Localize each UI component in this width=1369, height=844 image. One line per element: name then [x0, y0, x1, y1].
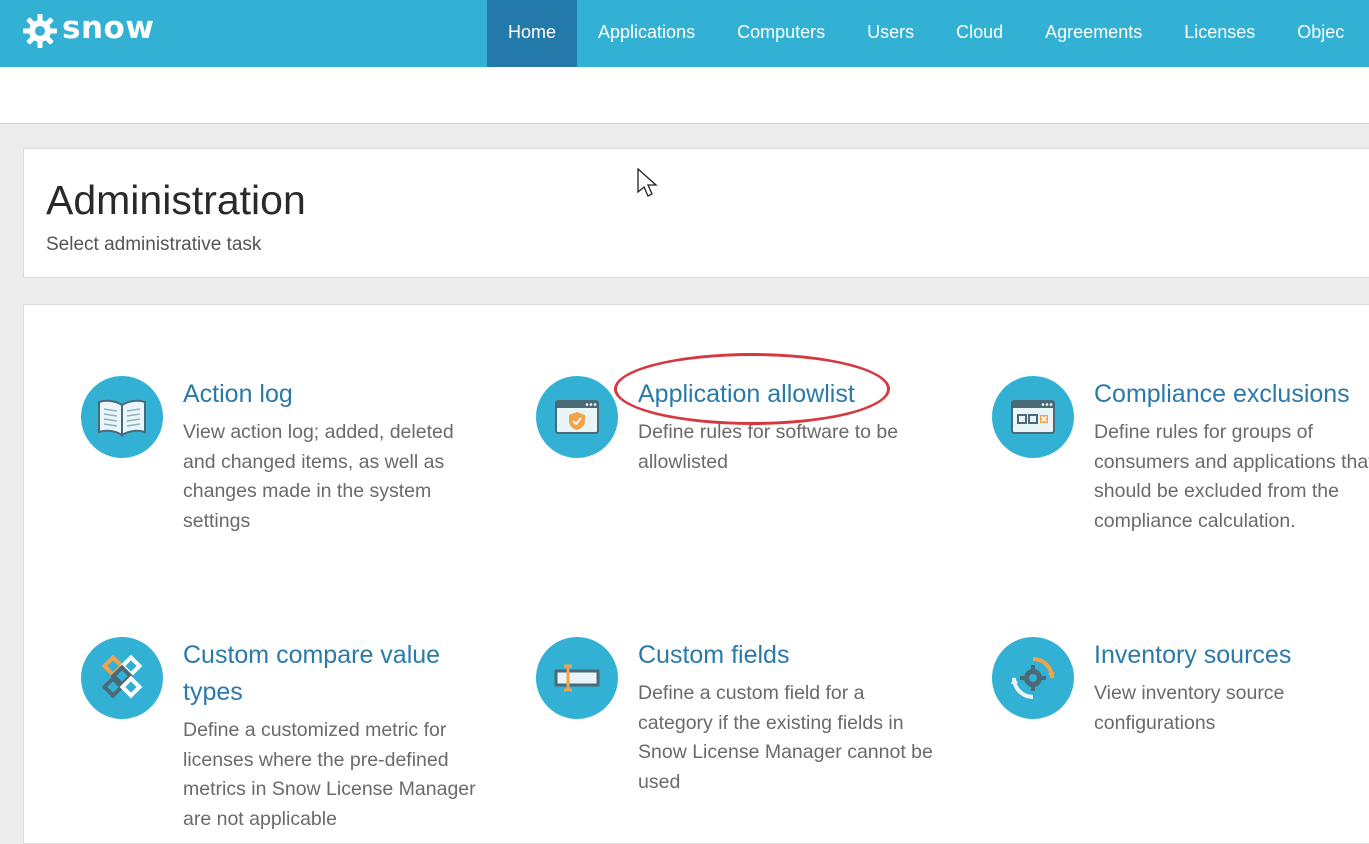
nav-applications[interactable]: Applications	[577, 0, 716, 67]
task-description: Define rules for software to be allowlis…	[638, 421, 899, 473]
task-title[interactable]: Custom fields	[638, 637, 938, 674]
gear-sync-icon	[1011, 657, 1055, 699]
nav-computers[interactable]: Computers	[716, 0, 846, 67]
page-subtitle: Select administrative task	[46, 234, 262, 255]
window-boxes-icon	[1011, 400, 1055, 434]
nav-users[interactable]: Users	[846, 0, 935, 67]
task-icon-circle	[81, 376, 163, 458]
task-title[interactable]: Application allowlist	[638, 376, 938, 413]
main-nav: Home Applications Computers Users Cloud …	[487, 0, 1365, 67]
task-description: Define rules for groups of consumers and…	[1094, 421, 1369, 532]
nav-objects[interactable]: Objec	[1276, 0, 1365, 67]
page-title: Administration	[46, 177, 306, 223]
task-icon-circle	[81, 637, 163, 719]
nav-home[interactable]: Home	[487, 0, 578, 67]
brand-name: snow	[62, 10, 155, 46]
snow-gear-icon	[23, 14, 57, 48]
shield-window-icon	[555, 400, 599, 434]
diamonds-icon	[101, 654, 143, 699]
page-header: Administration Select administrative tas…	[23, 148, 1369, 278]
task-title[interactable]: Compliance exclusions	[1094, 376, 1369, 413]
task-description: Define a customized metric for licenses …	[183, 719, 476, 830]
task-icon-circle	[992, 637, 1074, 719]
task-description: View inventory source configurations	[1094, 682, 1285, 734]
task-icon-circle	[992, 376, 1074, 458]
task-description: View action log; added, deleted and chan…	[183, 421, 454, 532]
snow-logo[interactable]: snow	[22, 10, 155, 51]
task-icon-circle	[536, 637, 618, 719]
nav-cloud[interactable]: Cloud	[935, 0, 1024, 67]
text-field-icon	[554, 664, 600, 692]
top-nav-bar: snow Home Applications Computers Users C…	[0, 0, 1369, 67]
task-title[interactable]: Inventory sources	[1094, 637, 1369, 674]
book-icon	[98, 399, 146, 437]
task-title[interactable]: Action log	[183, 376, 483, 413]
nav-licenses[interactable]: Licenses	[1163, 0, 1276, 67]
task-title[interactable]: Custom compare value types	[183, 637, 483, 711]
task-icon-circle	[536, 376, 618, 458]
task-description: Define a custom field for a category if …	[638, 682, 933, 793]
sub-toolbar	[0, 67, 1369, 124]
nav-agreements[interactable]: Agreements	[1024, 0, 1163, 67]
